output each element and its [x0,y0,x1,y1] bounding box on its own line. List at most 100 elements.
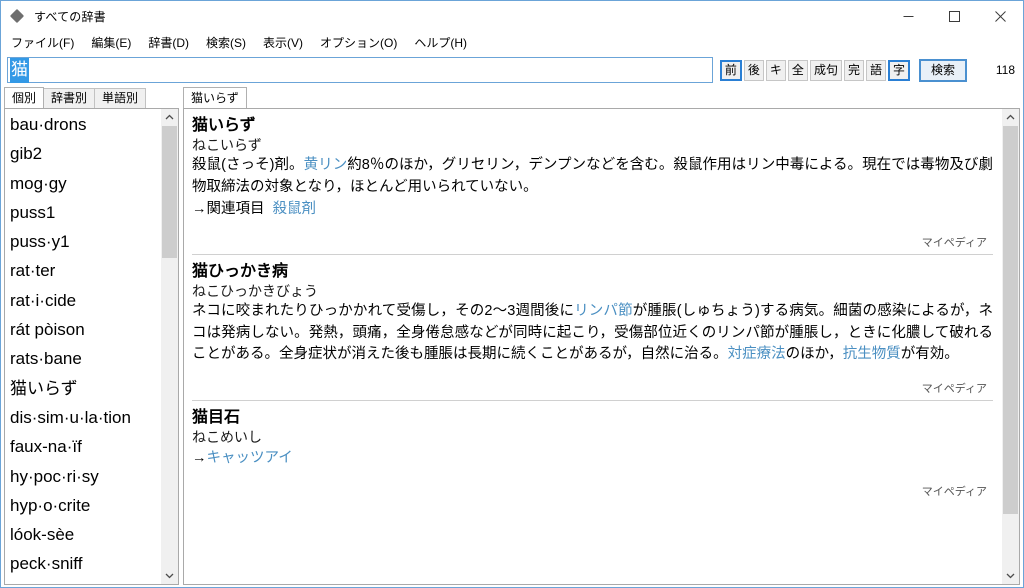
search-option-word[interactable]: 語 [865,59,886,81]
entry-source: マイペディア [921,237,987,249]
entry-link[interactable]: リンパ節 [574,303,633,319]
tab-by-dictionary[interactable]: 辞書別 [43,88,96,108]
search-option-complete[interactable]: 完 [843,59,864,81]
entry-scrollbar[interactable] [1001,109,1019,584]
word-list-panel: 個別 辞書別 単語別 bau·drons gib2 mog·gy puss1 p… [1,87,179,585]
list-item[interactable]: sim·u·lar [5,579,160,585]
minimize-button[interactable] [885,1,931,31]
entry-content-box: 猫いらず ねこいらず 殺鼠(さっそ)剤。黄リン約8％のほか，グリセリン，デンプン… [183,108,1020,585]
word-list-scrollbar[interactable] [160,109,178,584]
list-item[interactable]: puss1 [5,198,160,227]
list-item[interactable]: rat·ter [5,256,160,285]
search-input[interactable]: 猫 [7,57,713,83]
list-item[interactable]: hy·poc·ri·sy [5,462,160,491]
chevron-down-icon[interactable] [1002,567,1019,584]
chevron-down-icon[interactable] [161,567,178,584]
entry-separator [192,254,993,255]
list-item[interactable]: hyp·o·crite [5,491,160,520]
list-item[interactable]: lóok-sèe [5,520,160,549]
menu-edit[interactable]: 編集(E) [89,32,140,53]
entry: 猫ひっかき病 ねこひっかきびょう ネコに咬まれたりひっかかれて受傷し，その2〜3… [192,261,993,400]
list-item[interactable]: rat·i·cide [5,286,160,315]
entry-text: のほか， [785,346,843,362]
list-item[interactable]: mog·gy [5,169,160,198]
search-option-prefix[interactable]: 前 [719,59,742,81]
search-option-suffix[interactable]: 後 [743,59,764,81]
list-item[interactable]: dis·sim·u·la·tion [5,403,160,432]
list-item[interactable]: rats·bane [5,344,160,373]
search-option-keyword[interactable]: キ [765,59,786,81]
maximize-button[interactable] [931,1,977,31]
body-split: 個別 辞書別 単語別 bau·drons gib2 mog·gy puss1 p… [1,87,1023,587]
list-item[interactable]: faux-na·ïf [5,432,160,461]
entry-source: マイペディア [921,485,987,498]
title-bar: すべての辞書 [1,1,1023,31]
chevron-up-icon[interactable] [1002,109,1019,126]
list-item[interactable]: rát pòison [5,315,160,344]
tab-individual[interactable]: 個別 [4,87,45,108]
list-tabstrip: 個別 辞書別 単語別 [4,87,179,108]
entry-related-label: →関連項目 [192,201,265,217]
entry-reading: ねこひっかきびょう [192,283,318,299]
entry-body: 殺鼠(さっそ)剤。黄リン約8％のほか，グリセリン，デンプンなどを含む。殺鼠作用は… [192,155,993,198]
entry-related-link[interactable]: キャッツアイ [207,450,293,466]
entry-body: ネコに咬まれたりひっかかれて受傷し，その2〜3週間後にリンパ節が腫脹(しゅちょう… [192,301,993,366]
list-item[interactable]: puss·y1 [5,227,160,256]
entry-link[interactable]: 対症療法 [728,346,786,362]
entry-text: ネコに咬まれたりひっかかれて受傷し，その2〜3週間後に [192,303,575,319]
word-list-items: bau·drons gib2 mog·gy puss1 puss·y1 rat·… [5,109,160,584]
tab-entry-nekoirazu[interactable]: 猫いらず [183,87,247,108]
close-button[interactable] [977,1,1023,31]
menu-dictionary[interactable]: 辞書(D) [146,32,198,53]
list-item[interactable]: peck·sniff [5,549,160,578]
entry-scroll-track[interactable] [1002,126,1019,567]
window-title: すべての辞書 [34,9,106,24]
hit-count: 118 [995,63,1015,77]
window-controls [885,1,1023,31]
search-option-phrase[interactable]: 成句 [809,59,842,81]
search-option-full[interactable]: 全 [787,59,808,81]
entry-separator [192,399,993,401]
search-option-character[interactable]: 字 [887,59,910,81]
entry-related: →キャッツアイ [192,447,993,469]
entry-headword: 猫目石 [192,408,241,426]
search-option-buttons: 前 後 キ 全 成句 完 語 字 [719,59,912,81]
entry-related-label: → [192,449,207,466]
content-tabstrip: 猫いらず [183,87,1020,108]
entry-source: マイペディア [921,382,987,395]
entry-reading: ねこいらず [192,137,262,153]
entry-text: が有効。 [900,346,959,362]
word-list-scroll-track[interactable] [161,126,178,567]
entry-link[interactable]: 抗生物質 [843,346,901,362]
entry-reading: ねこめいし [192,428,262,445]
entry-text: 殺鼠(さっそ)剤。 [192,157,304,173]
menu-view[interactable]: 表示(V) [261,32,312,53]
list-item[interactable]: gib2 [5,139,160,168]
chevron-up-icon[interactable] [161,109,178,126]
list-item[interactable]: 猫いらず [5,374,160,403]
list-item[interactable]: bau·drons [5,110,160,139]
tab-by-word[interactable]: 単語別 [94,88,147,108]
word-listbox[interactable]: bau·drons gib2 mog·gy puss1 puss·y1 rat·… [4,108,179,585]
entry-headword: 猫ひっかき病 [192,263,289,280]
application-window: すべての辞書 ファイル(F) 編集(E) 辞書(D) 検索(S) 表示(V) オ… [0,0,1024,588]
diamond-icon [10,8,26,24]
word-list-scroll-thumb[interactable] [162,126,177,259]
entry-related: →関連項目 殺鼠剤 [192,198,993,220]
entry-scroll-thumb[interactable] [1003,126,1018,515]
menu-file[interactable]: ファイル(F) [9,32,83,53]
search-toolbar: 猫 前 後 キ 全 成句 完 語 字 検索 118 [1,53,1023,87]
entry-headword: 猫いらず [192,117,256,134]
search-button[interactable]: 検索 [919,58,967,82]
menu-bar: ファイル(F) 編集(E) 辞書(D) 検索(S) 表示(V) オプション(O)… [1,31,1023,53]
entry: 猫目石 ねこめいし →キャッツアイ マイペディア [192,407,993,503]
entry-list: 猫いらず ねこいらず 殺鼠(さっそ)剤。黄リン約8％のほか，グリセリン，デンプン… [184,109,1001,584]
search-input-value: 猫 [10,57,29,83]
entry-link[interactable]: 黄リン [304,157,348,173]
menu-options[interactable]: オプション(O) [318,32,406,53]
menu-help[interactable]: ヘルプ(H) [412,32,476,53]
entry-related-link[interactable]: 殺鼠剤 [273,201,317,217]
entry: 猫いらず ねこいらず 殺鼠(さっそ)剤。黄リン約8％のほか，グリセリン，デンプン… [192,115,993,254]
entry-panel: 猫いらず 猫いらず ねこいらず 殺鼠(さっそ)剤。黄リン約8％のほか，グリセリン… [179,87,1023,585]
menu-search[interactable]: 検索(S) [204,32,255,53]
